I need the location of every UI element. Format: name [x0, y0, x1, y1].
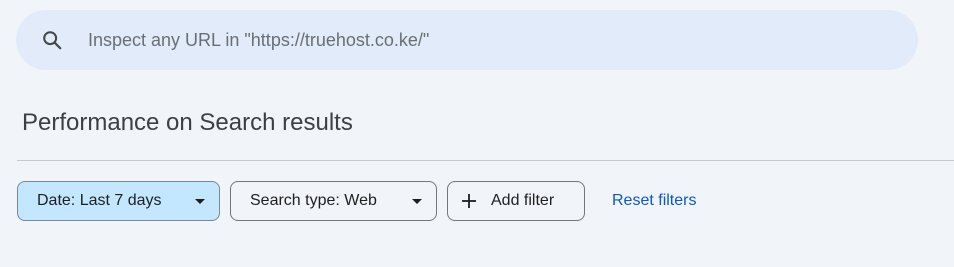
url-inspect-input[interactable] [88, 29, 868, 51]
search-bar[interactable] [16, 10, 918, 70]
date-filter-label: Date: Last 7 days [37, 192, 162, 209]
caret-down-icon [195, 198, 205, 204]
search-icon[interactable] [40, 28, 64, 52]
plus-icon [459, 191, 479, 211]
search-type-filter-chip[interactable]: Search type: Web [230, 181, 437, 221]
caret-down-icon [412, 198, 422, 204]
search-type-filter-label: Search type: Web [250, 192, 377, 209]
reset-filters-link[interactable]: Reset filters [612, 192, 696, 210]
add-filter-button[interactable]: Add filter [447, 181, 585, 221]
add-filter-label: Add filter [491, 192, 555, 209]
page-title: Performance on Search results [22, 109, 353, 136]
filter-bar: Date: Last 7 days Search type: Web Add f… [17, 181, 696, 221]
divider [17, 160, 954, 161]
date-filter-chip[interactable]: Date: Last 7 days [17, 181, 220, 221]
